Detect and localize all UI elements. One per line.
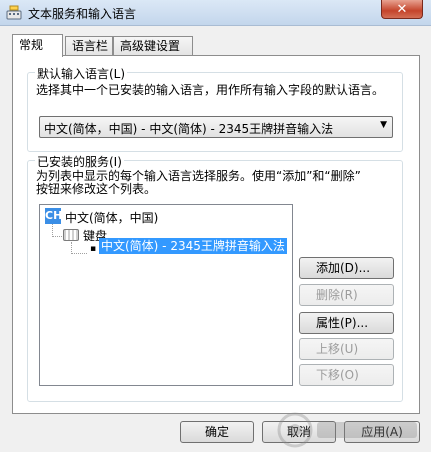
move-up-button[interactable]: 上移(U)	[299, 338, 394, 360]
ok-button[interactable]: 确定	[180, 421, 254, 443]
close-button[interactable]: ✕	[381, 0, 423, 19]
default-language-legend: 默认输入语言(L)	[35, 65, 128, 82]
tab-general[interactable]: 常规	[12, 34, 63, 57]
chevron-down-icon: ▼	[380, 120, 387, 130]
tree-connector	[71, 253, 87, 254]
tab-language-bar[interactable]: 语言栏	[65, 36, 113, 56]
move-down-button[interactable]: 下移(O)	[299, 364, 394, 386]
installed-services-legend: 已安装的服务(I)	[35, 153, 124, 170]
keyboard-app-icon	[6, 5, 22, 20]
tab-advanced-key-settings[interactable]: 高级键设置	[113, 36, 193, 56]
tree-item-service-selected[interactable]: 中文(简体) - 2345王牌拼音输入法	[99, 238, 287, 254]
installed-services-description-line2: 按钮来修改这个列表。	[36, 182, 157, 196]
add-button[interactable]: 添加(D)...	[299, 257, 394, 279]
keyboard-icon	[63, 229, 79, 241]
window-title: 文本服务和输入语言	[28, 7, 137, 21]
remove-button[interactable]: 删除(R)	[299, 284, 394, 306]
watermark-logo	[277, 412, 417, 448]
installed-services-description-line1: 为列表中显示的每个输入语言选择服务。使用“添加”和“删除”	[36, 169, 361, 183]
title-bar: 文本服务和输入语言 ✕	[0, 0, 431, 26]
tree-connector	[52, 236, 62, 237]
default-language-value: 中文(简体，中国) - 中文(简体) - 2345王牌拼音输入法	[44, 122, 334, 136]
properties-button[interactable]: 属性(P)...	[299, 312, 394, 334]
tab-panel-general: 默认输入语言(L) 选择其中一个已安装的输入语言，用作所有输入字段的默认语言。 …	[12, 55, 420, 414]
default-language-description: 选择其中一个已安装的输入语言，用作所有输入字段的默认语言。	[36, 83, 385, 97]
installed-services-tree[interactable]: CH 中文(简体，中国) 键盘 ▪ 中文(简体) - 2345王牌拼音输入法	[39, 204, 293, 386]
close-icon: ✕	[396, 1, 408, 17]
default-language-select[interactable]: 中文(简体，中国) - 中文(简体) - 2345王牌拼音输入法 ▼	[39, 116, 393, 138]
language-badge-icon: CH	[45, 208, 63, 224]
bullet-icon: ▪	[90, 244, 97, 254]
tree-item-language[interactable]: 中文(简体，中国)	[65, 209, 158, 226]
